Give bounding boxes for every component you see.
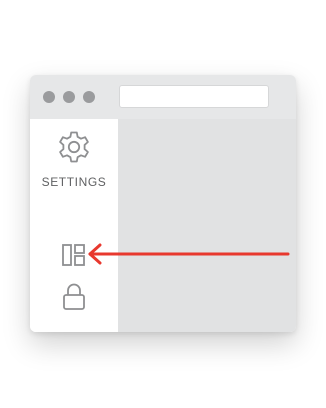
content-area: [118, 119, 296, 332]
app-window: SETTINGS: [30, 75, 296, 332]
annotation-arrow: [88, 243, 290, 265]
maximize-window-button[interactable]: [83, 91, 95, 103]
minimize-window-button[interactable]: [63, 91, 75, 103]
screenshot-stage: SETTINGS: [0, 0, 326, 408]
gear-icon: [59, 131, 89, 163]
title-bar: [30, 75, 296, 119]
address-bar[interactable]: [119, 85, 269, 108]
lock-icon: [63, 283, 85, 310]
sidebar: SETTINGS: [30, 119, 118, 332]
sidebar-item-label: SETTINGS: [41, 175, 107, 189]
close-window-button[interactable]: [43, 91, 55, 103]
